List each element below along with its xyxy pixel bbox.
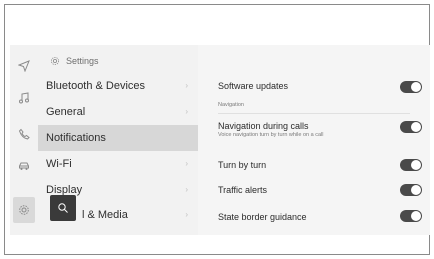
car-icon[interactable] [10, 153, 38, 179]
setting-software-updates: Software updates [218, 81, 418, 91]
settings-category-list: Settings Bluetooth & Devices › General ›… [38, 45, 198, 235]
search-button[interactable] [50, 195, 76, 221]
state-border-guidance-toggle[interactable] [400, 210, 422, 222]
breadcrumb-label: Settings [66, 56, 99, 66]
notifications-panel: Software updates Navigation Navigation d… [198, 45, 430, 235]
navigation-during-calls-toggle[interactable] [400, 121, 422, 133]
navigation-icon[interactable] [10, 53, 38, 79]
setting-traffic-alerts: Traffic alerts [218, 185, 418, 195]
phone-icon[interactable] [10, 121, 38, 147]
list-item-label: l & Media [82, 209, 128, 221]
chevron-right-icon: › [185, 159, 188, 168]
breadcrumb: Settings [50, 53, 99, 69]
setting-label: Traffic alerts [218, 185, 268, 195]
list-item-general[interactable]: General › [38, 99, 198, 125]
settings-gear-icon [51, 57, 59, 65]
list-item-wifi[interactable]: Wi-Fi › [38, 151, 198, 177]
list-item-label: Notifications [46, 132, 106, 144]
section-header-navigation: Navigation [218, 102, 418, 108]
setting-navigation-during-calls: Navigation during calls Voice navigation… [218, 121, 418, 138]
settings-gear-icon[interactable] [13, 197, 35, 223]
search-icon [58, 203, 68, 213]
list-item-notifications[interactable]: Notifications [38, 125, 198, 151]
list-item-label: Bluetooth & Devices [46, 80, 146, 92]
setting-label: Navigation during calls [218, 121, 309, 131]
setting-description: Voice navigation turn by turn while on a… [218, 132, 324, 138]
section-label: Navigation [218, 102, 244, 108]
software-updates-toggle[interactable] [400, 81, 422, 93]
app-rail [10, 45, 38, 235]
list-item-bluetooth-devices[interactable]: Bluetooth & Devices › [38, 73, 198, 99]
setting-turn-by-turn: Turn by turn [218, 160, 418, 170]
divider [218, 113, 410, 114]
setting-label: Software updates [218, 81, 289, 91]
setting-state-border-guidance: State border guidance [218, 212, 418, 222]
chevron-right-icon: › [185, 185, 188, 194]
settings-screen: Settings Bluetooth & Devices › General ›… [10, 45, 430, 235]
setting-label: Turn by turn [218, 160, 267, 170]
list-item-label: Wi-Fi [46, 158, 72, 170]
chevron-right-icon: › [185, 81, 188, 90]
screen-frame: Settings Bluetooth & Devices › General ›… [4, 4, 430, 255]
chevron-right-icon: › [185, 107, 188, 116]
setting-label: State border guidance [218, 212, 307, 222]
music-icon[interactable] [10, 85, 38, 111]
turn-by-turn-toggle[interactable] [400, 159, 422, 171]
traffic-alerts-toggle[interactable] [400, 184, 422, 196]
list-item-label: General [46, 106, 86, 118]
chevron-right-icon: › [185, 210, 188, 219]
